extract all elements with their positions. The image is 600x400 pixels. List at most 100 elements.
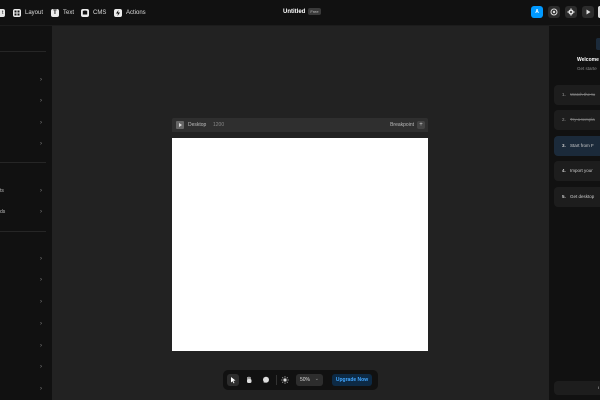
cms-menu-label: CMS bbox=[93, 9, 107, 16]
onboarding-step[interactable]: 4. Import your bbox=[554, 161, 600, 181]
insert-menu-label: t bbox=[0, 8, 6, 17]
play-icon bbox=[586, 9, 591, 15]
project-title-text: Untitled bbox=[283, 8, 306, 15]
avatar[interactable]: A bbox=[531, 6, 543, 18]
chevron-right-icon: › bbox=[40, 277, 42, 283]
breakpoint-label[interactable]: Breakpoint bbox=[390, 122, 414, 128]
chevron-right-icon: › bbox=[40, 98, 42, 104]
theme-toggle-button[interactable] bbox=[279, 374, 291, 386]
bottom-toolbar: 50% ⌄ Upgrade Now bbox=[223, 370, 378, 390]
cursor-icon bbox=[231, 377, 236, 384]
avatar-letter: A bbox=[535, 9, 539, 15]
actions-menu-label: Actions bbox=[126, 9, 146, 16]
right-panel: Welcome Get starte 1. Watch the tu 2. Tr… bbox=[549, 26, 600, 400]
chevron-right-icon: › bbox=[40, 77, 42, 83]
insert-menu-button[interactable]: t bbox=[0, 7, 6, 18]
add-breakpoint-button[interactable]: + bbox=[417, 121, 425, 129]
step-label: Watch the tu bbox=[570, 92, 596, 97]
chevron-right-icon: › bbox=[40, 209, 42, 215]
welcome-title: Welcome bbox=[577, 57, 599, 63]
actions-menu-button[interactable]: Actions bbox=[114, 7, 146, 18]
divider bbox=[0, 51, 46, 52]
step-label: Start from F bbox=[570, 143, 594, 148]
chevron-right-icon: › bbox=[40, 188, 42, 194]
chevron-right-icon: › bbox=[40, 141, 42, 147]
desktop-frame[interactable] bbox=[172, 138, 428, 351]
publish-settings-button[interactable] bbox=[548, 6, 560, 18]
step-number: 2. bbox=[562, 117, 566, 122]
left-panel-row[interactable]: › bbox=[0, 140, 52, 150]
chevron-right-icon: › bbox=[40, 343, 42, 349]
top-toolbar: t Layout T Text CMS Actions Untitled Fre… bbox=[0, 0, 600, 26]
frame-name: Desktop bbox=[188, 122, 207, 128]
onboarding-step[interactable]: 1. Watch the tu bbox=[554, 85, 600, 105]
bolt-icon bbox=[114, 8, 122, 17]
database-icon bbox=[81, 8, 89, 17]
layout-menu-label: Layout bbox=[25, 9, 44, 16]
step-label: Get desktop bbox=[570, 194, 595, 199]
toolbar-divider bbox=[276, 375, 277, 385]
step-number: 4. bbox=[562, 168, 566, 173]
comment-tool-button[interactable] bbox=[260, 374, 272, 386]
hand-tool-button[interactable] bbox=[243, 374, 255, 386]
frame-header[interactable]: Desktop 1200 Breakpoint + bbox=[172, 118, 428, 132]
chevron-right-icon: › bbox=[40, 120, 42, 126]
left-panel-row[interactable]: ts › bbox=[0, 187, 52, 197]
step-number: 1. bbox=[562, 92, 566, 97]
panel-bottom-button[interactable]: I bbox=[554, 381, 600, 395]
layout-menu-button[interactable]: Layout bbox=[13, 7, 43, 18]
left-panel-row[interactable]: › bbox=[0, 363, 52, 373]
step-label: Import your bbox=[570, 168, 593, 173]
text-menu-button[interactable]: T Text bbox=[51, 7, 74, 18]
left-panel-row[interactable]: › bbox=[0, 385, 52, 395]
chevron-right-icon: › bbox=[40, 386, 42, 392]
divider bbox=[0, 231, 46, 232]
hand-icon bbox=[247, 376, 252, 383]
row-label: ts bbox=[0, 188, 4, 194]
welcome-graphic bbox=[596, 38, 600, 50]
frame-width: 1200 bbox=[213, 122, 225, 128]
chevron-right-icon: › bbox=[40, 321, 42, 327]
chevron-right-icon: › bbox=[40, 256, 42, 262]
text-icon: T bbox=[51, 8, 59, 17]
onboarding-step[interactable]: 5. Get desktop bbox=[554, 187, 600, 207]
zoom-value: 50% bbox=[300, 377, 311, 383]
left-panel-row[interactable]: › bbox=[0, 320, 52, 330]
chevron-right-icon: › bbox=[40, 364, 42, 370]
left-panel-row[interactable]: › bbox=[0, 342, 52, 352]
settings-button[interactable] bbox=[565, 6, 577, 18]
left-panel-row[interactable]: › bbox=[0, 276, 52, 286]
step-label: Try a templa bbox=[570, 117, 595, 122]
panel-bottom-button-label: I bbox=[598, 385, 600, 390]
frame-preview-icon[interactable] bbox=[176, 121, 184, 129]
plan-badge: Free bbox=[308, 8, 321, 15]
gear-icon bbox=[567, 8, 575, 16]
left-panel-row[interactable]: › bbox=[0, 298, 52, 308]
step-number: 3. bbox=[562, 143, 566, 148]
divider bbox=[0, 162, 46, 163]
onboarding-step[interactable]: 2. Try a templa bbox=[554, 110, 600, 130]
welcome-subtitle: Get starte bbox=[577, 66, 597, 71]
text-menu-label: Text bbox=[63, 9, 75, 16]
step-number: 5. bbox=[562, 194, 566, 199]
left-panel: › › › › ts › ds › › › › › › › › bbox=[0, 26, 52, 400]
select-tool-button[interactable] bbox=[227, 374, 239, 386]
left-panel-row[interactable]: › bbox=[0, 76, 52, 86]
layout-icon bbox=[13, 8, 21, 17]
chevron-down-icon: ⌄ bbox=[314, 376, 319, 382]
upgrade-button[interactable]: Upgrade Now bbox=[332, 374, 372, 386]
onboarding-step-active[interactable]: 3. Start from F bbox=[554, 136, 600, 156]
comment-icon bbox=[263, 376, 269, 383]
zoom-select[interactable]: 50% ⌄ bbox=[296, 374, 323, 386]
left-panel-row[interactable]: › bbox=[0, 97, 52, 107]
project-title[interactable]: Untitled Free bbox=[283, 8, 321, 15]
chevron-right-icon: › bbox=[40, 299, 42, 305]
sun-icon bbox=[281, 376, 289, 384]
cms-menu-button[interactable]: CMS bbox=[81, 7, 106, 18]
row-label: ds bbox=[0, 209, 6, 215]
left-panel-row[interactable]: ds › bbox=[0, 208, 52, 218]
preview-button[interactable] bbox=[582, 6, 594, 18]
globe-icon bbox=[550, 8, 558, 16]
left-panel-row[interactable]: › bbox=[0, 255, 52, 265]
left-panel-row[interactable]: › bbox=[0, 119, 52, 129]
